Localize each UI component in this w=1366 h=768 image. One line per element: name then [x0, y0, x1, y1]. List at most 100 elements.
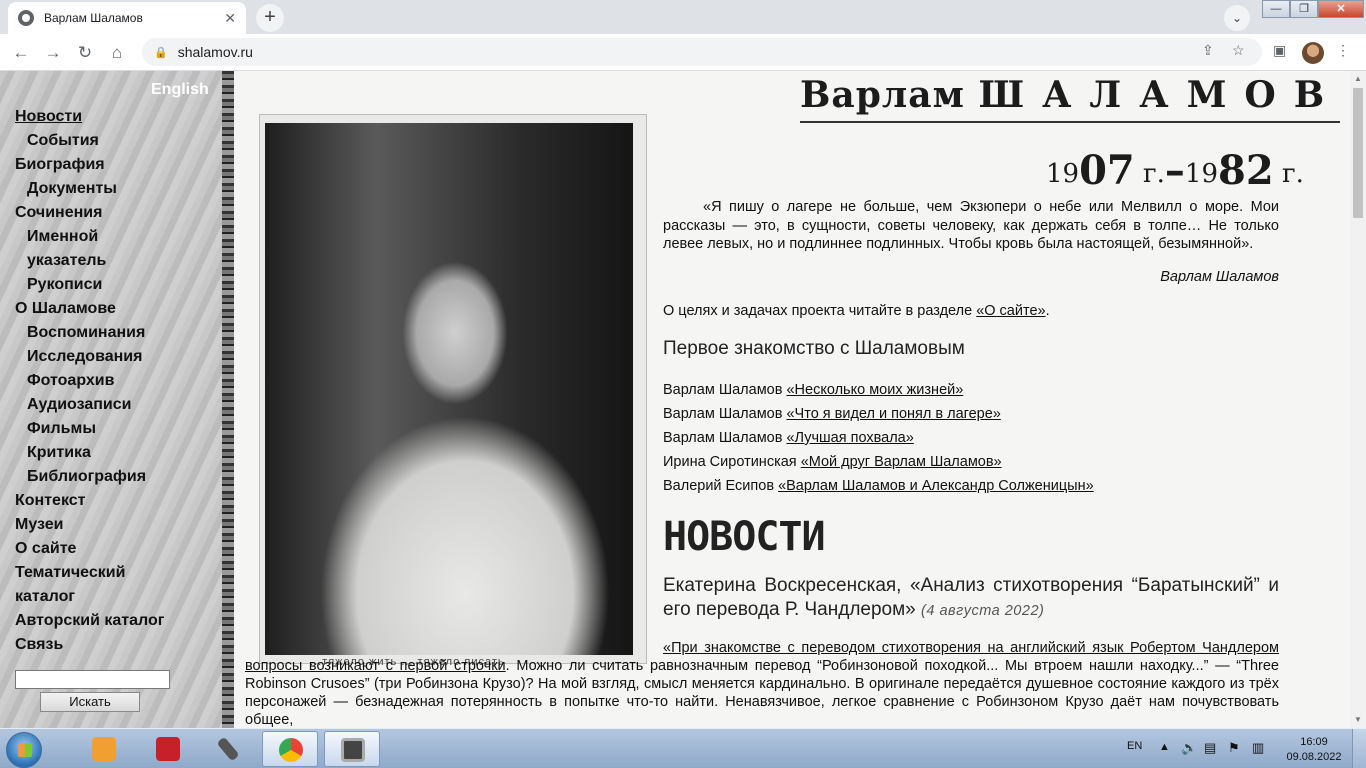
- download-icon: [156, 737, 180, 761]
- sidebar-item[interactable]: Новости: [15, 105, 220, 129]
- reading-item: Варлам Шаламов «Что я видел и понял в ла…: [663, 406, 1001, 422]
- sidebar-item[interactable]: Библиография: [15, 465, 220, 489]
- search-button[interactable]: Искать: [40, 692, 140, 712]
- sidebar-item[interactable]: указатель: [15, 249, 220, 273]
- site-title-last: ШАЛАМОВ: [978, 74, 1343, 116]
- forward-button[interactable]: →: [40, 40, 66, 66]
- sidebar-item[interactable]: Критика: [15, 441, 220, 465]
- sidebar-item[interactable]: Воспоминания: [15, 321, 220, 345]
- scroll-up-icon[interactable]: ▲: [1350, 71, 1366, 87]
- scroll-thumb[interactable]: [1353, 88, 1363, 218]
- sidebar-item[interactable]: Именной: [15, 225, 220, 249]
- sidebar-item[interactable]: Контекст: [15, 489, 220, 513]
- sidebar-item[interactable]: Тематический: [15, 561, 220, 585]
- web-page: English Новости События Биография Документы…: [0, 71, 1350, 728]
- close-window-button[interactable]: ✕: [1318, 0, 1364, 18]
- volume-icon[interactable]: 🔈: [1181, 740, 1197, 768]
- sidebar-item[interactable]: Исследования: [15, 345, 220, 369]
- quote-text: «Я пишу о лагере не больше, чем Экзюпери…: [663, 199, 1279, 252]
- reading-link[interactable]: «Варлам Шаламов и Александр Солженицын»: [778, 478, 1094, 494]
- show-hidden-icons-icon[interactable]: ▲: [1159, 741, 1170, 768]
- network-icon[interactable]: ▥: [1252, 740, 1264, 768]
- reading-list: Варлам Шаламов «Несколько моих жизней» Ва…: [663, 378, 1279, 498]
- microphone-icon: [216, 736, 240, 762]
- title-underline: [800, 121, 1340, 123]
- language-indicator[interactable]: EN: [1127, 740, 1142, 768]
- profile-avatar[interactable]: [1302, 42, 1324, 64]
- news-date: (4 августа 2022): [921, 603, 1045, 619]
- media-player-icon: [92, 737, 116, 761]
- show-desktop-button[interactable]: [1352, 729, 1366, 768]
- news-body: «При знакомстве с переводом стихотворени…: [245, 640, 1279, 728]
- sidebar-item[interactable]: Связь: [15, 633, 220, 657]
- sidebar-item[interactable]: Биография: [15, 153, 220, 177]
- reading-item: Валерий Есипов «Варлам Шаламов и Алексан…: [663, 478, 1094, 494]
- taskbar-chrome[interactable]: [262, 731, 318, 767]
- back-button[interactable]: ←: [8, 40, 34, 66]
- sidebar-item[interactable]: Фотоархив: [15, 369, 220, 393]
- globe-icon: [18, 10, 34, 26]
- tab-title: Варлам Шаламов: [44, 11, 143, 25]
- reading-link[interactable]: «Что я видел и понял в лагере»: [786, 406, 1000, 422]
- portrait-photo: [265, 123, 633, 655]
- first-acquaintance-heading: Первое знакомство с Шаламовым: [663, 338, 965, 359]
- reading-link[interactable]: «Несколько моих жизней»: [786, 382, 963, 398]
- bookmark-star-icon[interactable]: ☆: [1232, 42, 1245, 59]
- minimize-button[interactable]: —: [1262, 0, 1290, 18]
- sidebar-item[interactable]: Рукописи: [15, 273, 220, 297]
- torn-paper-edge: [222, 71, 234, 728]
- reading-item: Ирина Сиротинская «Мой друг Варлам Шалам…: [663, 454, 1002, 470]
- side-panel-icon[interactable]: ▣: [1273, 42, 1286, 59]
- share-icon[interactable]: ⇪: [1202, 42, 1214, 59]
- kebab-menu-icon[interactable]: ⋮: [1336, 42, 1350, 59]
- typewriter-icon: [341, 738, 365, 762]
- sidebar-item[interactable]: О Шаламове: [15, 297, 220, 321]
- browser-tab[interactable]: Варлам Шаламов ✕: [8, 2, 246, 34]
- flag-icon[interactable]: ⚑: [1228, 740, 1240, 768]
- news-title: Екатерина Воскресенская, «Анализ стихотв…: [663, 574, 1279, 623]
- about-line: О целях и задачах проекта читайте в разд…: [663, 303, 1050, 319]
- sidebar-item[interactable]: Фильмы: [15, 417, 220, 441]
- chrome-icon: [279, 738, 303, 762]
- english-link[interactable]: English: [151, 81, 209, 99]
- scroll-down-icon[interactable]: ▼: [1350, 712, 1366, 728]
- reload-button[interactable]: ↻: [72, 40, 98, 66]
- sidebar-item[interactable]: каталог: [15, 585, 220, 609]
- search-input[interactable]: [15, 670, 170, 689]
- page-scrollbar[interactable]: ▲ ▼: [1350, 71, 1366, 728]
- sidebar-item[interactable]: О сайте: [15, 537, 220, 561]
- reading-link[interactable]: «Лучшая похвала»: [786, 430, 913, 446]
- home-button[interactable]: ⌂: [104, 40, 130, 66]
- site-title: Варлам ШАЛАМОВ: [800, 74, 1340, 126]
- reading-item: Варлам Шаламов «Лучшая похвала»: [663, 430, 914, 446]
- about-site-link[interactable]: «О сайте»: [976, 303, 1045, 319]
- reading-item: Варлам Шаламов «Несколько моих жизней»: [663, 382, 964, 398]
- browser-toolbar: ← → ↻ ⌂ 🔒 shalamov.ru ⇪ ☆ ▣ ⋮: [0, 34, 1366, 71]
- sidebar-menu: Новости События Биография Документы Сочинени…: [15, 105, 220, 657]
- taskbar-downloader[interactable]: [140, 731, 196, 767]
- new-tab-button[interactable]: +: [256, 4, 284, 32]
- taskbar-media-player[interactable]: [76, 731, 132, 767]
- start-button[interactable]: [6, 732, 42, 768]
- sidebar-item[interactable]: Авторский каталог: [15, 609, 220, 633]
- clock[interactable]: 16:09 09.08.2022: [1282, 735, 1346, 765]
- tab-close-icon[interactable]: ✕: [224, 10, 236, 27]
- lock-icon: 🔒: [154, 46, 168, 59]
- sidebar-item[interactable]: Аудиозаписи: [15, 393, 220, 417]
- life-years: 1907 г.–1982 г.: [1046, 147, 1304, 194]
- url-text: shalamov.ru: [177, 44, 253, 60]
- quote-author: Варлам Шаламов: [1160, 269, 1279, 285]
- sidebar-item[interactable]: События: [15, 129, 220, 153]
- taskbar: EN ▲ 🔈 ▤ ⚑ ▥ 16:09 09.08.2022: [0, 728, 1366, 768]
- taskbar-microphone[interactable]: [200, 731, 256, 767]
- address-bar[interactable]: 🔒 shalamov.ru: [142, 38, 1262, 66]
- sidebar-item[interactable]: Музеи: [15, 513, 220, 537]
- reading-link[interactable]: «Мой друг Варлам Шаламов»: [801, 454, 1002, 470]
- tab-search-button[interactable]: ⌄: [1224, 5, 1250, 31]
- sidebar-item[interactable]: Сочинения: [15, 201, 220, 225]
- device-icon[interactable]: ▤: [1204, 740, 1216, 768]
- sidebar-item[interactable]: Документы: [15, 177, 220, 201]
- maximize-button[interactable]: ❐: [1290, 0, 1318, 18]
- taskbar-typewriter-app[interactable]: [324, 731, 380, 767]
- window-controls: — ❐ ✕: [1262, 0, 1364, 18]
